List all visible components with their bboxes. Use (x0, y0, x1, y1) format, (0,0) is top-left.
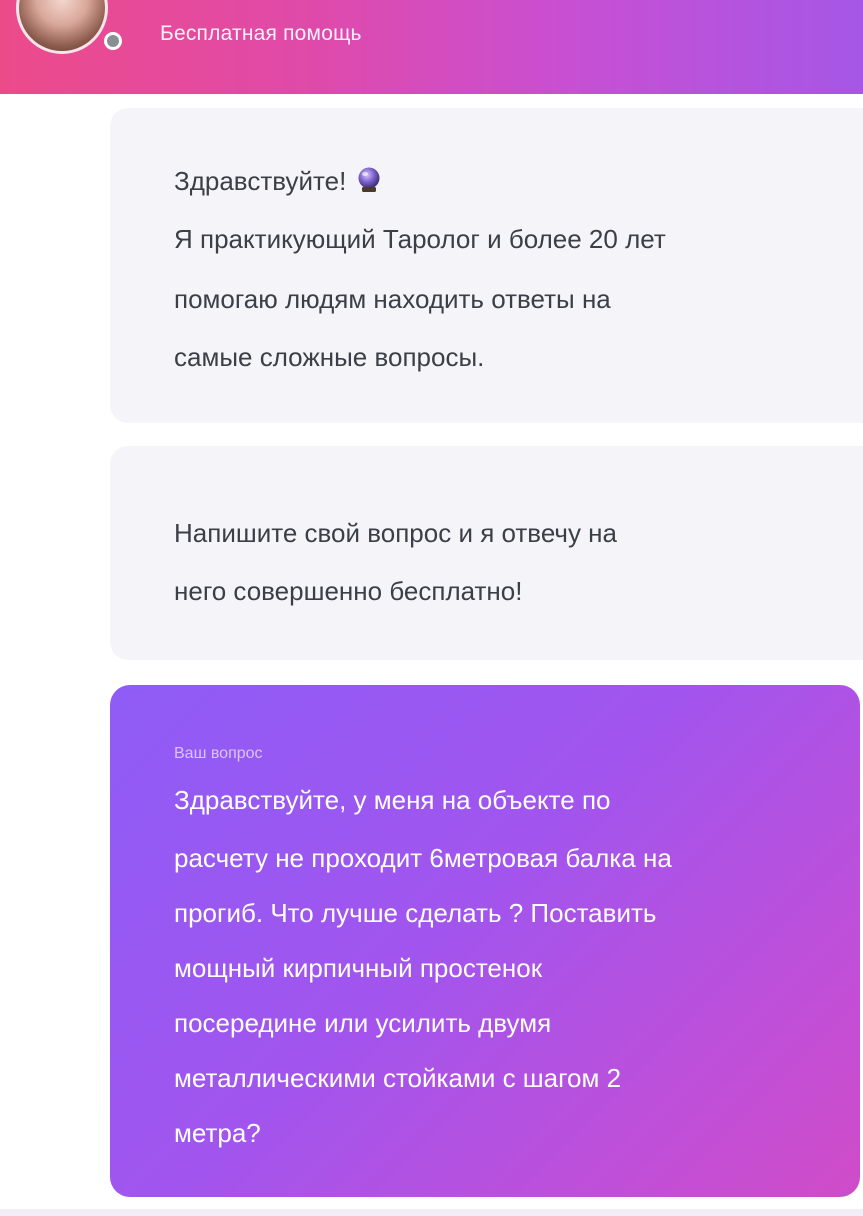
message-line: металлическими стойками с шагом 2 (174, 1063, 622, 1093)
message-line: метра? (174, 1118, 261, 1148)
message-line: посередине или усилить двумя (174, 1008, 552, 1038)
message-greeting: Здравствуйте! Я практикующий Таролог и б… (110, 108, 863, 423)
message-line: Здравствуйте! (174, 166, 382, 197)
status-indicator (104, 32, 122, 50)
avatar[interactable] (16, 0, 108, 54)
message-line: расчету не проходит 6метровая балка на (174, 843, 672, 873)
message-prompt: Напишите свой вопрос и я отвечу на него … (110, 446, 863, 660)
chat-header: Бесплатная помощь (0, 0, 863, 94)
message-line: него совершенно бесплатно! (174, 576, 523, 606)
question-label: Ваш вопрос (174, 745, 263, 762)
message-line: Я практикующий Таролог и более 20 лет (174, 224, 666, 254)
message-line: прогиб. Что лучше сделать ? Поставить (174, 898, 657, 928)
crystal-ball-icon (358, 167, 380, 193)
page-bottom-divider (0, 1209, 863, 1216)
message-line: самые сложные вопросы. (174, 342, 485, 372)
message-line: мощный кирпичный простенок (174, 953, 543, 983)
message-user-question: Ваш вопрос Здравствуйте, у меня на объек… (110, 685, 860, 1197)
message-line: помогаю людям находить ответы на (174, 284, 611, 314)
message-line: Здравствуйте, у меня на объекте по (174, 785, 611, 815)
message-line: Напишите свой вопрос и я отвечу на (174, 518, 618, 548)
chat-title: Бесплатная помощь (160, 22, 362, 45)
